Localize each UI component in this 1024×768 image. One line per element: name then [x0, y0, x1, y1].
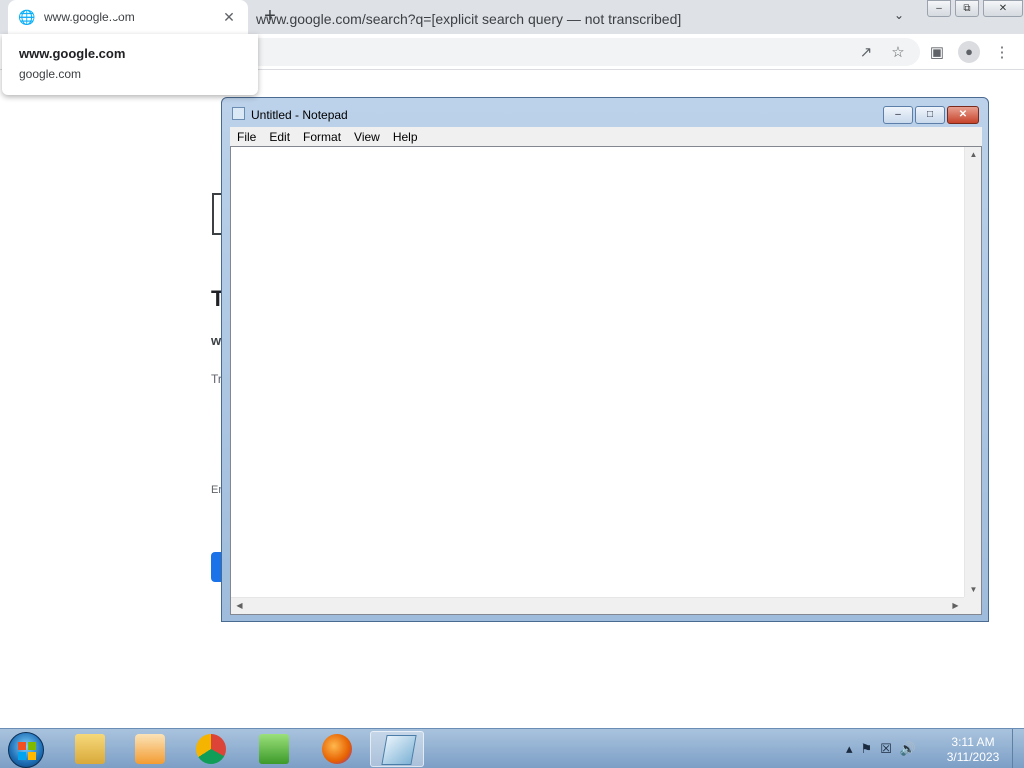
horizontal-scrollbar[interactable]: ◀ ▶ — [231, 597, 964, 614]
side-panel-icon[interactable]: ▣ — [928, 44, 946, 62]
notepad-app-icon — [232, 107, 245, 120]
system-tray: ▴ ⚑ ☒ 🔊 — [846, 741, 924, 757]
browser-window-controls: – ⧉ ✕ — [927, 0, 1023, 17]
profile-avatar-icon[interactable]: ● — [958, 41, 980, 63]
restore-button[interactable]: ⧉ — [955, 0, 979, 17]
notepad-icon — [381, 735, 417, 765]
show-hidden-icons-icon[interactable]: ▴ — [846, 741, 853, 757]
menu-kebab-icon[interactable]: ⋮ — [993, 44, 1011, 62]
tab-hover-card: www.google.com google.com — [2, 34, 258, 95]
scroll-up-icon[interactable]: ▲ — [965, 150, 982, 159]
notepad-minimize-button[interactable]: – — [883, 106, 913, 124]
notepad-text-content[interactable] — [233, 149, 965, 595]
clock-date: 3/11/2023 — [946, 750, 1000, 764]
media-player-icon — [135, 734, 165, 764]
address-bar-url[interactable]: www.google.com/search?q=[explicit search… — [256, 11, 852, 27]
tab-search-button[interactable]: ⌄ — [894, 8, 904, 22]
address-bar[interactable] — [240, 38, 920, 66]
taskbar-app-notepad[interactable] — [370, 731, 424, 767]
action-center-icon[interactable]: ⚑ — [861, 741, 873, 757]
csharp-icon — [259, 734, 289, 764]
page-text-fragment: w — [211, 333, 222, 348]
bookmark-star-icon[interactable]: ☆ — [889, 44, 907, 62]
menu-format[interactable]: Format — [296, 127, 347, 146]
taskbar-app-chrome[interactable] — [183, 731, 237, 767]
notepad-titlebar[interactable]: Untitled - Notepad – □ ✕ — [222, 98, 988, 126]
share-icon[interactable]: ↗ — [857, 44, 875, 62]
resize-grip[interactable] — [964, 597, 981, 614]
show-desktop-button[interactable] — [1012, 729, 1024, 768]
menu-file[interactable]: File — [230, 127, 262, 146]
tab-title: www.google.com — [44, 10, 135, 24]
scroll-left-icon[interactable]: ◀ — [231, 601, 248, 610]
close-button[interactable]: ✕ — [983, 0, 1023, 17]
windows-logo-icon — [18, 742, 36, 760]
notepad-close-button[interactable]: ✕ — [947, 106, 979, 124]
network-icon[interactable]: ☒ — [880, 741, 892, 757]
volume-icon[interactable]: 🔊 — [900, 741, 916, 757]
menu-edit[interactable]: Edit — [262, 127, 296, 146]
taskbar-app-explorer[interactable] — [62, 731, 116, 767]
notepad-maximize-button[interactable]: □ — [915, 106, 945, 124]
taskbar-clock[interactable]: 3:11 AM 3/11/2023 — [940, 735, 1006, 765]
minimize-button[interactable]: – — [927, 0, 951, 17]
taskbar: ▴ ⚑ ☒ 🔊 3:11 AM 3/11/2023 — [0, 728, 1024, 768]
tab-close-button[interactable]: ✕ — [220, 9, 238, 26]
taskbar-app-csharp[interactable] — [246, 731, 300, 767]
notepad-window: Untitled - Notepad – □ ✕ File Edit Forma… — [221, 97, 989, 622]
scroll-down-icon[interactable]: ▼ — [965, 585, 982, 594]
start-button[interactable] — [8, 732, 44, 768]
taskbar-app-media-player[interactable] — [122, 731, 176, 767]
menu-help[interactable]: Help — [386, 127, 424, 146]
notepad-title: Untitled - Notepad — [251, 108, 348, 122]
taskbar-app-firefox[interactable] — [309, 731, 363, 767]
hover-card-domain: google.com — [19, 67, 82, 81]
notepad-menubar: File Edit Format View Help — [230, 127, 982, 146]
menu-view[interactable]: View — [347, 127, 386, 146]
chrome-icon — [196, 734, 226, 764]
vertical-scrollbar[interactable]: ▲ ▼ — [964, 147, 981, 597]
clock-time: 3:11 AM — [951, 735, 995, 749]
firefox-icon — [322, 734, 352, 764]
notepad-edit-area[interactable]: ▲ ▼ ◀ ▶ — [230, 146, 982, 615]
browser-tab[interactable]: 🌐 www.google.com ✕ — [8, 0, 248, 34]
globe-icon: 🌐 — [18, 9, 36, 25]
folder-icon — [75, 734, 105, 764]
scroll-right-icon[interactable]: ▶ — [947, 601, 964, 610]
hover-card-title: www.google.com — [19, 46, 126, 61]
